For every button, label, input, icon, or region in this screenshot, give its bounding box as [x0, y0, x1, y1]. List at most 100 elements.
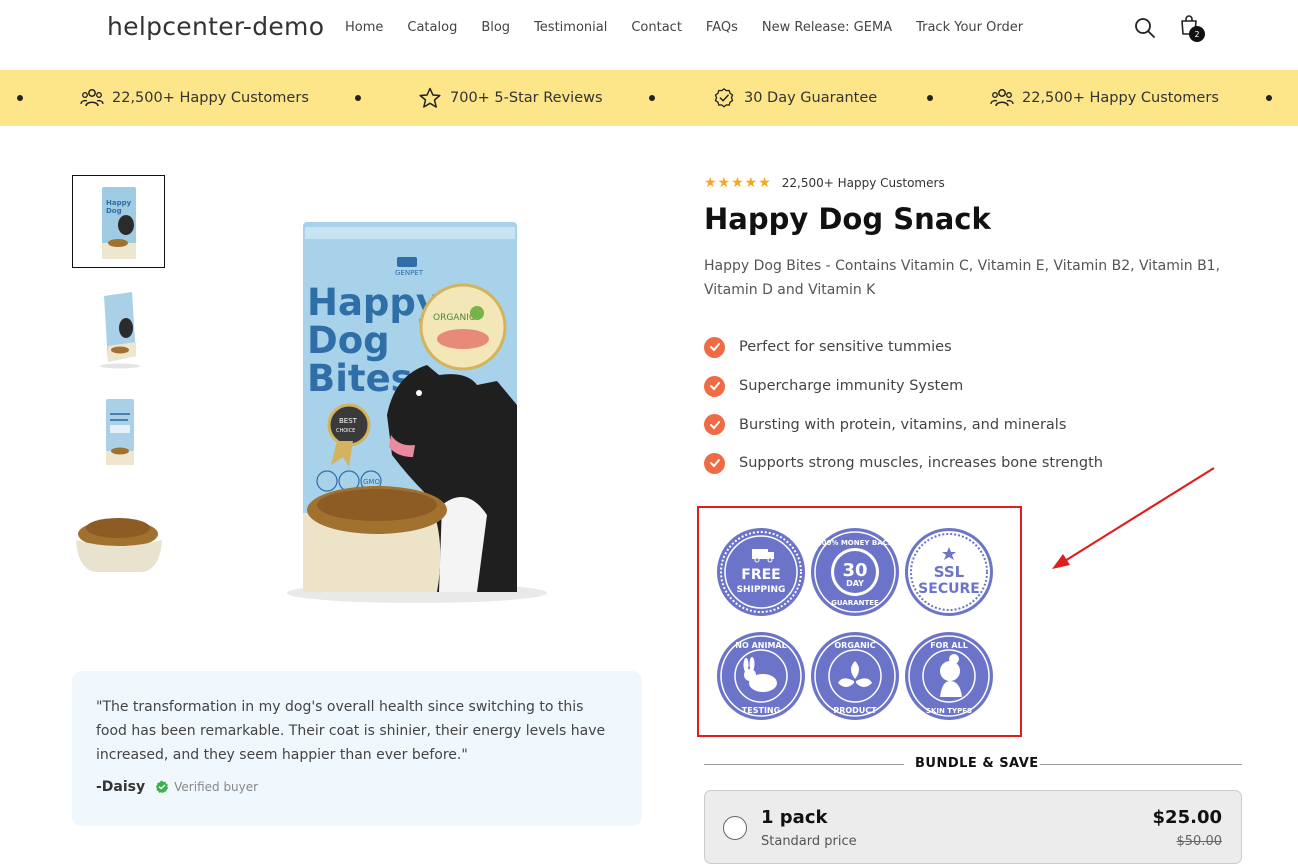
banner-item-reviews: 700+ 5-Star Reviews: [418, 70, 603, 126]
separator-dot: [1266, 95, 1272, 101]
badge-text: SSL: [934, 563, 965, 581]
no-animal-testing-badge: NO ANIMAL TESTING: [717, 632, 805, 720]
benefit-list: Perfect for sensitive tummies Supercharg…: [704, 328, 1103, 483]
banner-item-guarantee: 30 Day Guarantee: [712, 70, 877, 126]
verified-badge: Verified buyer: [155, 780, 258, 794]
banner-item-customers: 22,500+ Happy Customers: [80, 70, 309, 126]
for-all-skin-types-badge: FOR ALL SKIN TYPES: [905, 632, 993, 720]
badge-text: FREE: [741, 567, 780, 583]
bundle-option-1-pack[interactable]: 1 pack Standard price $25.00 $50.00: [704, 790, 1242, 864]
check-icon: [704, 414, 725, 436]
bag-line-2: Dog: [307, 319, 390, 362]
medal-text: BEST: [339, 417, 358, 425]
gmo-tag: GMO: [363, 478, 380, 486]
badge-text: SECURE: [918, 581, 980, 597]
badge-text: PRODUCT: [833, 706, 877, 715]
badge-text: SKIN TYPES: [926, 707, 972, 715]
banner-text: 700+ 5-Star Reviews: [450, 90, 603, 106]
benefit-text: Bursting with protein, vitamins, and min…: [739, 416, 1067, 433]
pack-price: $25.00: [1152, 807, 1222, 828]
banner-text: 22,500+ Happy Customers: [112, 90, 309, 106]
bundle-radio[interactable]: [723, 816, 747, 840]
people-icon: [80, 89, 104, 107]
benefit-text: Perfect for sensitive tummies: [739, 339, 952, 356]
store-logo[interactable]: helpcenter-demo: [107, 12, 324, 41]
testimonial-author-row: -Daisy Verified buyer: [96, 779, 258, 795]
check-icon: [704, 336, 725, 358]
people-icon: [990, 89, 1014, 107]
bag-line-1: Happy: [307, 281, 440, 324]
organic-seal-text: ORGANIC: [433, 313, 475, 323]
benefit-item: Supercharge immunity System: [704, 367, 1103, 406]
testimonial-author: -Daisy: [96, 779, 146, 795]
thumb-food-bowl: [76, 518, 162, 572]
gallery-thumb-1[interactable]: Happy Dog: [72, 175, 165, 268]
nav-home[interactable]: Home: [345, 20, 383, 35]
verified-check-icon: [155, 780, 169, 794]
badge-text: SHIPPING: [737, 585, 786, 595]
gallery-thumb-3[interactable]: [72, 385, 165, 478]
announcement-bar: 22,500+ Happy Customers 700+ 5-Star Revi…: [0, 70, 1298, 126]
pack-title: 1 pack: [761, 807, 828, 828]
badge-text: ORGANIC: [834, 641, 875, 650]
separator-dot: [927, 95, 933, 101]
banner-text: 22,500+ Happy Customers: [1022, 90, 1219, 106]
star-outline-icon: [419, 87, 441, 108]
nav-catalog[interactable]: Catalog: [407, 20, 457, 35]
product-description: Happy Dog Bites - Contains Vitamin C, Vi…: [704, 258, 1221, 298]
badge-text: DAY: [846, 579, 864, 588]
organic-product-badge: ORGANIC PRODUCT: [811, 632, 899, 720]
check-icon: [704, 452, 725, 474]
badge-check-icon: [714, 88, 734, 108]
money-back-badge: 100% MONEY BACK 30 DAY GUARANTEE: [811, 528, 899, 616]
medal-subtext: CHOICE: [336, 428, 355, 434]
bundle-title: BUNDLE & SAVE: [915, 756, 1039, 771]
gallery-thumb-2[interactable]: [72, 280, 165, 373]
badge-text: TESTING: [742, 706, 780, 715]
annotation-arrow-icon: [1052, 467, 1215, 569]
bundle-divider-right: [1040, 764, 1242, 765]
main-nav: Home Catalog Blog Testimonial Contact FA…: [345, 20, 1047, 35]
cart-count-badge: 2: [1189, 26, 1205, 42]
thumb-bag-back: [105, 398, 134, 465]
nav-blog[interactable]: Blog: [481, 20, 510, 35]
separator-dot: [649, 95, 655, 101]
badge-text: FOR ALL: [930, 641, 968, 650]
separator-dot: [355, 95, 361, 101]
nav-contact[interactable]: Contact: [631, 20, 682, 35]
review-count: 22,500+ Happy Customers: [781, 176, 945, 190]
benefit-item: Perfect for sensitive tummies: [704, 328, 1103, 367]
gallery-thumb-4[interactable]: [72, 490, 165, 583]
pack-subtitle: Standard price: [761, 834, 857, 849]
site-header: helpcenter-demo Home Catalog Blog Testim…: [0, 0, 1298, 70]
product-title: Happy Dog Snack: [704, 202, 991, 236]
verified-text: Verified buyer: [174, 780, 259, 794]
badge-text: NO ANIMAL: [735, 641, 786, 650]
main-product-image[interactable]: GENPET Happy Dog Bites ORGANIC BEST CHOI…: [177, 175, 642, 639]
banner-item-customers-repeat: 22,500+ Happy Customers: [990, 70, 1219, 126]
nav-new-release[interactable]: New Release: GEMA: [762, 20, 892, 35]
ssl-secure-badge: SSL SECURE: [905, 528, 993, 616]
badge-text: 100% MONEY BACK: [817, 539, 894, 547]
benefit-text: Supercharge immunity System: [739, 378, 964, 395]
rating-stars-icon: ★★★★★: [704, 175, 772, 191]
svg-text:Happy: Happy: [106, 199, 132, 207]
brand-label: GENPET: [395, 269, 424, 277]
badge-text: 30: [842, 560, 867, 581]
thumb-bag-angle: [99, 291, 140, 368]
check-icon: [704, 375, 725, 397]
banner-text: 30 Day Guarantee: [744, 90, 878, 106]
search-icon[interactable]: [1133, 16, 1157, 40]
nav-testimonial[interactable]: Testimonial: [534, 20, 607, 35]
nav-faqs[interactable]: FAQs: [706, 20, 738, 35]
product-bag-illustration: GENPET Happy Dog Bites ORGANIC BEST CHOI…: [177, 175, 642, 639]
testimonial-quote: "The transformation in my dog's overall …: [96, 699, 606, 763]
benefit-item: Bursting with protein, vitamins, and min…: [704, 405, 1103, 444]
separator-dot: [17, 95, 23, 101]
trust-badges-highlight: FREE SHIPPING 100% MONEY BACK 30 DAY GUA…: [697, 506, 1022, 737]
rating-row: ★★★★★ 22,500+ Happy Customers: [704, 175, 945, 191]
bundle-divider-left: [704, 764, 904, 765]
thumb-bag-front: Happy Dog: [101, 186, 136, 259]
nav-track-order[interactable]: Track Your Order: [916, 20, 1023, 35]
free-shipping-badge: FREE SHIPPING: [717, 528, 805, 616]
